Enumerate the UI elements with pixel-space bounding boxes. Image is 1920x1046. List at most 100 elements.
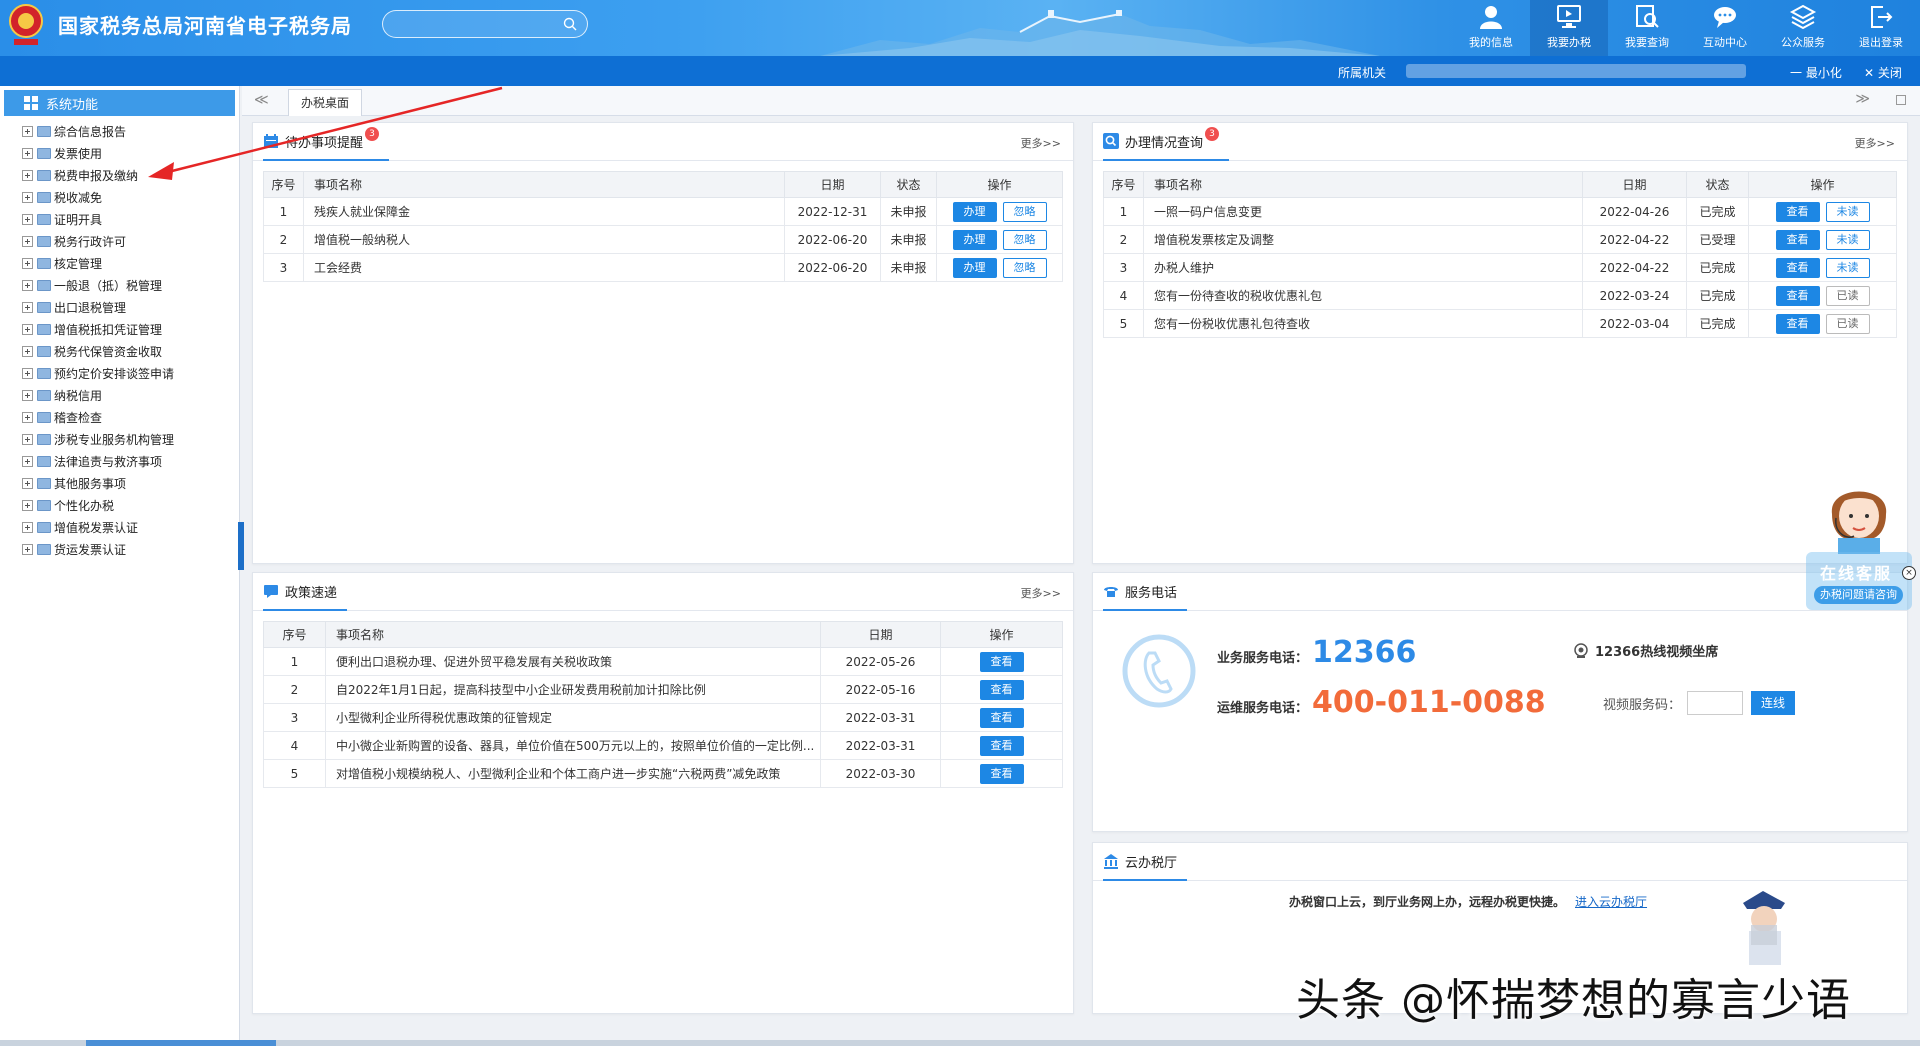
read-status-button[interactable]: 已读 xyxy=(1825,313,1870,334)
sidebar-item[interactable]: 出口退税管理 xyxy=(22,296,239,318)
sidebar-item[interactable]: 税务行政许可 xyxy=(22,230,239,252)
expand-icon[interactable] xyxy=(22,521,33,533)
folder-icon xyxy=(37,323,51,335)
view-button[interactable]: 查看 xyxy=(1775,229,1820,250)
expand-icon[interactable] xyxy=(22,235,33,247)
minimize-button[interactable]: 一 最小化 xyxy=(1790,64,1842,81)
handle-button[interactable]: 办理 xyxy=(952,257,997,278)
sidebar-item[interactable]: 稽查检查 xyxy=(22,406,239,428)
expand-icon[interactable] xyxy=(22,279,33,291)
cell-name-link[interactable]: 办税人维护 xyxy=(1143,253,1583,282)
view-button[interactable]: 查看 xyxy=(979,707,1024,728)
view-button[interactable]: 查看 xyxy=(979,763,1024,784)
tab-scroll-right[interactable]: ≫ xyxy=(1855,91,1870,107)
search-input[interactable] xyxy=(382,10,588,38)
video-code-input[interactable] xyxy=(1687,691,1744,715)
cell-name[interactable]: 自2022年1月1日起，提高科技型中小企业研发费用税前加计扣除比例 xyxy=(325,675,821,704)
sidebar-item[interactable]: 核定管理 xyxy=(22,252,239,274)
expand-icon[interactable] xyxy=(22,301,33,313)
sidebar-item[interactable]: 预约定价安排谈签申请 xyxy=(22,362,239,384)
cell-name-link[interactable]: 一照一码户信息变更 xyxy=(1143,197,1583,226)
view-button[interactable]: 查看 xyxy=(1775,285,1820,306)
expand-icon[interactable] xyxy=(22,543,33,555)
cell-name-link[interactable]: 您有一份税收优惠礼包待查收 xyxy=(1143,309,1583,338)
cell-name[interactable]: 中小微企业新购置的设备、器具，单位价值在500万元以上的，按照单位价值的一定比例… xyxy=(325,731,821,760)
read-status-button[interactable]: 未读 xyxy=(1825,229,1870,250)
expand-icon[interactable] xyxy=(22,389,33,401)
sidebar-item[interactable]: 综合信息报告 xyxy=(22,120,239,142)
handle-button[interactable]: 办理 xyxy=(952,229,997,250)
close-button[interactable]: ✕ 关闭 xyxy=(1864,64,1902,81)
cell-name[interactable]: 便利出口退税办理、促进外贸平稳发展有关税收政策 xyxy=(325,647,821,676)
handle-button[interactable]: 办理 xyxy=(952,201,997,222)
folder-icon xyxy=(37,521,51,533)
expand-icon[interactable] xyxy=(22,191,33,203)
sidebar-item[interactable]: 个性化办税 xyxy=(22,494,239,516)
view-button[interactable]: 查看 xyxy=(979,651,1024,672)
sidebar-collapse-handle[interactable] xyxy=(238,522,244,570)
cell-name[interactable]: 对增值税小规模纳税人、小型微利企业和个体工商户进一步实施“六税两费”减免政策 xyxy=(325,759,821,788)
query-more-link[interactable]: 更多>> xyxy=(1855,135,1895,151)
sidebar-item[interactable]: 一般退（抵）税管理 xyxy=(22,274,239,296)
ignore-button[interactable]: 忽略 xyxy=(1002,257,1047,278)
nav-logout[interactable]: 退出登录 xyxy=(1842,0,1920,56)
search-icon[interactable] xyxy=(563,17,577,31)
sidebar-item[interactable]: 法律追责与救济事项 xyxy=(22,450,239,472)
sidebar-item[interactable]: 发票使用 xyxy=(22,142,239,164)
policy-more-link[interactable]: 更多>> xyxy=(1021,585,1061,601)
sidebar-item[interactable]: 增值税发票认证 xyxy=(22,516,239,538)
expand-icon[interactable] xyxy=(22,499,33,511)
expand-icon[interactable] xyxy=(22,455,33,467)
chat-close-button[interactable]: × xyxy=(1902,566,1916,580)
maximize-icon[interactable] xyxy=(1896,95,1906,105)
enter-cloud-link[interactable]: 进入云办税厅 xyxy=(1575,895,1647,909)
cell-name[interactable]: 小型微利企业所得税优惠政策的征管规定 xyxy=(325,703,821,732)
chat-subtitle[interactable]: 办税问题请咨询 xyxy=(1814,586,1903,604)
sidebar-item[interactable]: 证明开具 xyxy=(22,208,239,230)
expand-icon[interactable] xyxy=(22,433,33,445)
view-button[interactable]: 查看 xyxy=(979,735,1024,756)
sidebar-item[interactable]: 其他服务事项 xyxy=(22,472,239,494)
view-button[interactable]: 查看 xyxy=(1775,313,1820,334)
cell-name-link[interactable]: 增值税发票核定及调整 xyxy=(1143,225,1583,254)
view-button[interactable]: 查看 xyxy=(979,679,1024,700)
nav-query[interactable]: 我要查询 xyxy=(1608,0,1686,56)
sidebar-item[interactable]: 涉税专业服务机构管理 xyxy=(22,428,239,450)
expand-icon[interactable] xyxy=(22,147,33,159)
nav-my-info[interactable]: 我的信息 xyxy=(1452,0,1530,56)
read-status-button[interactable]: 已读 xyxy=(1825,285,1870,306)
sidebar-title[interactable]: 系统功能 xyxy=(4,90,235,116)
expand-icon[interactable] xyxy=(22,477,33,489)
sidebar-item[interactable]: 货运发票认证 xyxy=(22,538,239,560)
nav-interaction[interactable]: 互动中心 xyxy=(1686,0,1764,56)
ignore-button[interactable]: 忽略 xyxy=(1002,201,1047,222)
connect-button[interactable]: 连线 xyxy=(1751,691,1796,715)
view-button[interactable]: 查看 xyxy=(1775,257,1820,278)
cell-name-link[interactable]: 您有一份待查收的税收优惠礼包 xyxy=(1143,281,1583,310)
ignore-button[interactable]: 忽略 xyxy=(1002,229,1047,250)
expand-icon[interactable] xyxy=(22,345,33,357)
sidebar-item[interactable]: 增值税抵扣凭证管理 xyxy=(22,318,239,340)
todo-more-link[interactable]: 更多>> xyxy=(1021,135,1061,151)
sidebar-item[interactable]: 纳税信用 xyxy=(22,384,239,406)
view-button[interactable]: 查看 xyxy=(1775,201,1820,222)
online-service-widget[interactable]: 在线客服 办税问题请咨询 × xyxy=(1806,474,1916,624)
expand-icon[interactable] xyxy=(22,257,33,269)
expand-icon[interactable] xyxy=(22,411,33,423)
read-status-button[interactable]: 未读 xyxy=(1825,201,1870,222)
expand-icon[interactable] xyxy=(22,367,33,379)
expand-icon[interactable] xyxy=(22,213,33,225)
expand-icon[interactable] xyxy=(22,125,33,137)
sidebar-item[interactable]: 税费申报及缴纳 xyxy=(22,164,239,186)
expand-icon[interactable] xyxy=(22,323,33,335)
expand-icon[interactable] xyxy=(22,169,33,181)
chat-title[interactable]: 在线客服 xyxy=(1820,560,1892,584)
nav-tax-handling[interactable]: 我要办税 xyxy=(1530,0,1608,56)
cell-date: 2022-05-16 xyxy=(820,675,941,704)
tab-tax-desk[interactable]: 办税桌面 xyxy=(288,89,363,116)
sidebar-item[interactable]: 税务代保管资金收取 xyxy=(22,340,239,362)
read-status-button[interactable]: 未读 xyxy=(1825,257,1870,278)
tab-scroll-left[interactable]: ≪ xyxy=(254,92,269,108)
sidebar-item[interactable]: 税收减免 xyxy=(22,186,239,208)
nav-public-service[interactable]: 公众服务 xyxy=(1764,0,1842,56)
